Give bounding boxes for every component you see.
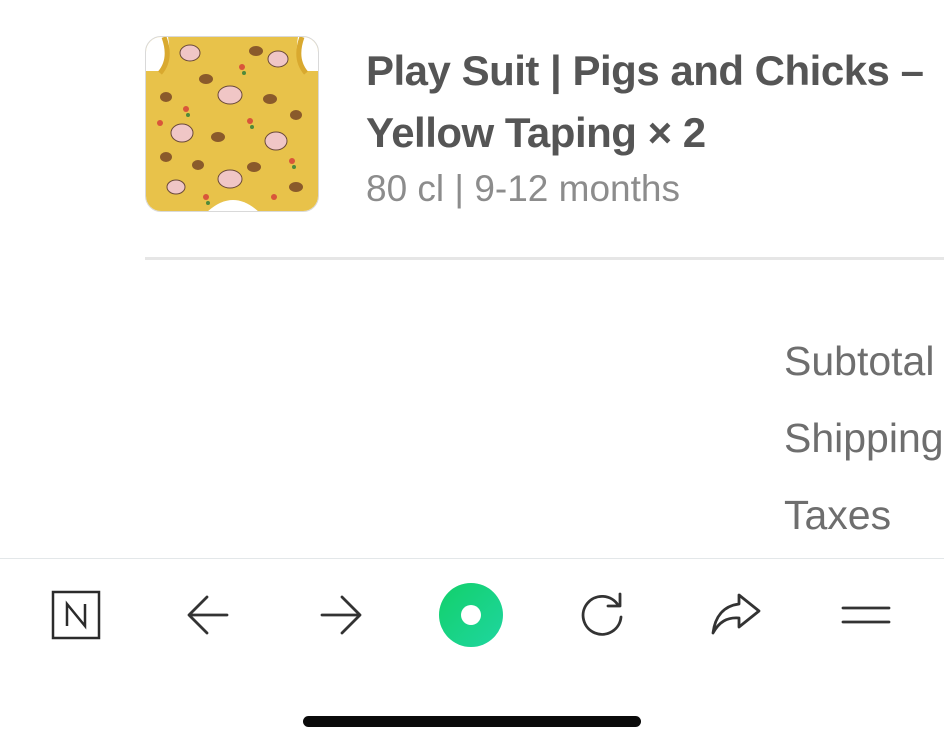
share-arrow-icon — [711, 593, 761, 635]
product-variant: 80 cl | 9-12 months — [366, 168, 680, 209]
hamburger-icon — [841, 606, 891, 624]
app-logo-button[interactable] — [44, 583, 108, 647]
reload-button[interactable] — [570, 583, 634, 647]
arrow-left-icon — [187, 595, 229, 635]
main-action-button[interactable] — [439, 583, 503, 647]
product-title: Play Suit | Pigs and Chicks – Yellow Tap… — [366, 47, 924, 156]
arrow-right-icon — [320, 595, 362, 635]
section-divider — [145, 257, 944, 260]
product-image — [146, 37, 318, 211]
home-indicator[interactable] — [303, 716, 641, 727]
checkout-page: Play Suit | Pigs and Chicks – Yellow Tap… — [0, 0, 944, 744]
share-button[interactable] — [703, 583, 767, 647]
product-thumbnail — [145, 36, 319, 212]
reload-icon — [581, 592, 623, 636]
back-button[interactable] — [177, 583, 241, 647]
taxes-label: Taxes — [784, 492, 892, 538]
subtotal-label: Subtotal — [784, 338, 935, 384]
n-logo-icon — [51, 590, 101, 640]
green-ring-icon — [439, 583, 503, 647]
forward-button[interactable] — [308, 583, 372, 647]
shipping-label: Shipping — [784, 415, 944, 461]
menu-button[interactable] — [834, 583, 898, 647]
